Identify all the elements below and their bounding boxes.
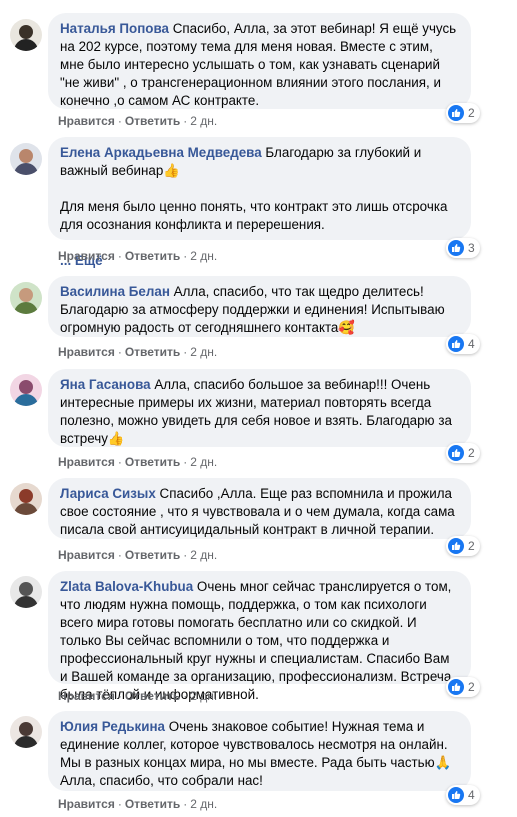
reply-link[interactable]: Ответить xyxy=(125,455,180,469)
timestamp[interactable]: 2 дн. xyxy=(190,455,217,469)
comment-bubble: Яна Гасанова Алла, спасибо большое за ве… xyxy=(48,369,471,447)
comment-text: Для меня было ценно понять, что контракт… xyxy=(60,199,448,232)
comment-actions: Нравится · Ответить · 2 дн. xyxy=(58,345,218,359)
timestamp[interactable]: 2 дн. xyxy=(190,548,217,562)
timestamp[interactable]: 2 дн. xyxy=(190,249,217,263)
comment-author[interactable]: Лариса Сизых xyxy=(60,486,156,501)
comment-bubble: Василина Белан Алла, спасибо, что так ще… xyxy=(48,276,471,337)
comment-author[interactable]: Яна Гасанова xyxy=(60,377,151,392)
thumbs-up-icon xyxy=(448,787,464,803)
reply-link[interactable]: Ответить xyxy=(125,797,180,811)
like-link[interactable]: Нравится xyxy=(58,455,115,469)
avatar[interactable] xyxy=(10,143,42,175)
reaction-number: 3 xyxy=(468,241,475,255)
avatar[interactable] xyxy=(10,19,42,51)
comment-bubble: Елена Аркадьевна Медведева Благодарю за … xyxy=(48,137,471,268)
reaction-count[interactable]: 2 xyxy=(446,103,480,123)
reply-link[interactable]: Ответить xyxy=(125,548,180,562)
reaction-number: 4 xyxy=(468,337,475,351)
reaction-count[interactable]: 2 xyxy=(446,536,480,556)
avatar[interactable] xyxy=(10,374,42,406)
comment-actions: Нравится · Ответить · 2 дн. xyxy=(58,114,218,128)
smiling-face-hearts-emoji-icon: 🥰 xyxy=(338,320,356,335)
reaction-count[interactable]: 4 xyxy=(446,334,480,354)
thumbs-up-icon xyxy=(448,105,464,121)
comment-bubble: Лариса Сизых Спасибо ,Алла. Еще раз вспо… xyxy=(48,478,471,539)
comment-text: Алла, спасибо, что собрали нас! xyxy=(60,773,263,788)
comment-bubble: Наталья Попова Спасибо, Алла, за этот ве… xyxy=(48,13,471,109)
reaction-number: 2 xyxy=(468,446,475,460)
reaction-number: 2 xyxy=(468,106,475,120)
comment-author[interactable]: Наталья Попова xyxy=(60,21,169,36)
reaction-count[interactable]: 2 xyxy=(446,443,480,463)
like-link[interactable]: Нравится xyxy=(58,689,115,703)
thumbs-up-icon xyxy=(448,240,464,256)
timestamp[interactable]: 2 дн. xyxy=(190,114,217,128)
like-link[interactable]: Нравится xyxy=(58,114,115,128)
comment-actions: Нравится · Ответить · 2 дн. xyxy=(58,689,218,703)
thumbs-up-icon xyxy=(448,445,464,461)
avatar[interactable] xyxy=(10,483,42,515)
reply-link[interactable]: Ответить xyxy=(125,689,180,703)
comment-actions: Нравится · Ответить · 2 дн. xyxy=(58,455,218,469)
comment-author[interactable]: Елена Аркадьевна Медведева xyxy=(60,145,262,160)
like-link[interactable]: Нравится xyxy=(58,345,115,359)
comment-author[interactable]: Василина Белан xyxy=(60,284,170,299)
like-link[interactable]: Нравится xyxy=(58,797,115,811)
folded-hands-emoji-icon: 🙏 xyxy=(434,755,452,770)
reaction-number: 2 xyxy=(468,539,475,553)
reaction-number: 2 xyxy=(468,680,475,694)
thumbs-up-icon xyxy=(448,538,464,554)
reaction-count[interactable]: 4 xyxy=(446,785,480,805)
timestamp[interactable]: 2 дн. xyxy=(190,345,217,359)
comment-text: Очень мног сейчас транслируется о том, ч… xyxy=(60,579,452,702)
reaction-count[interactable]: 3 xyxy=(446,238,480,258)
comment-actions: Нравится · Ответить · 2 дн. xyxy=(58,548,218,562)
thumbs-up-emoji-icon: 👍 xyxy=(163,163,180,178)
like-link[interactable]: Нравится xyxy=(58,548,115,562)
avatar[interactable] xyxy=(10,716,42,748)
comment-bubble: Юлия Редькина Очень знаковое событие! Ну… xyxy=(48,711,471,791)
reaction-number: 4 xyxy=(468,788,475,802)
thumbs-up-emoji-icon: 👍 xyxy=(107,431,125,446)
reply-link[interactable]: Ответить xyxy=(125,345,180,359)
reply-link[interactable]: Ответить xyxy=(125,249,180,263)
reaction-count[interactable]: 2 xyxy=(446,677,480,697)
timestamp[interactable]: 2 дн. xyxy=(190,797,217,811)
comment-author[interactable]: Zlata Balova-Khubua xyxy=(60,579,193,594)
timestamp[interactable]: 2 дн. xyxy=(190,689,217,703)
thumbs-up-icon xyxy=(448,336,464,352)
comment-bubble: Zlata Balova-Khubua Очень мног сейчас тр… xyxy=(48,571,471,702)
avatar[interactable] xyxy=(10,282,42,314)
comment-actions: Нравится · Ответить · 2 дн. xyxy=(58,249,218,263)
thumbs-up-icon xyxy=(448,679,464,695)
like-link[interactable]: Нравится xyxy=(58,249,115,263)
comment-author[interactable]: Юлия Редькина xyxy=(60,719,165,734)
reply-link[interactable]: Ответить xyxy=(125,114,180,128)
avatar[interactable] xyxy=(10,576,42,608)
comment-actions: Нравится · Ответить · 2 дн. xyxy=(58,797,218,811)
